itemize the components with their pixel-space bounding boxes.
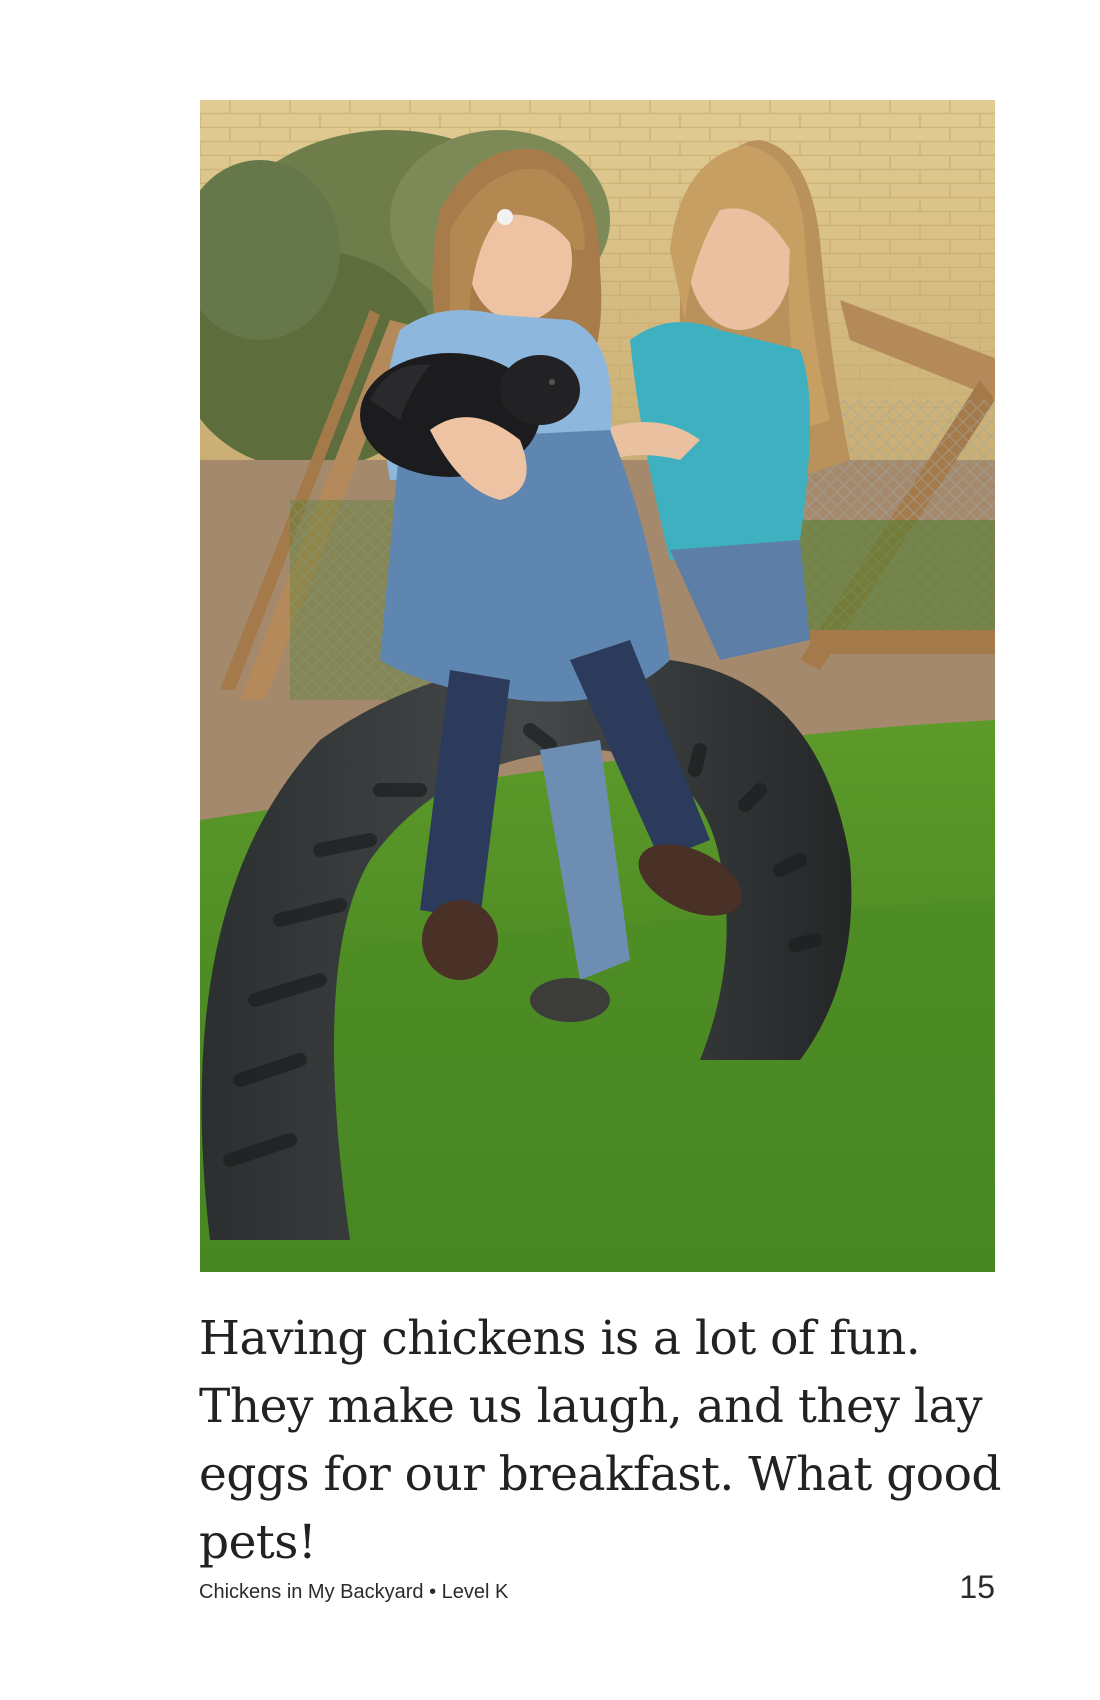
page-footer: Chickens in My Backyard • Level K 15 bbox=[199, 1569, 995, 1610]
book-title-level: Chickens in My Backyard • Level K bbox=[199, 1581, 509, 1603]
story-text: Having chickens is a lot of fun. They ma… bbox=[199, 1311, 1001, 1570]
photo-two-girls-holding-chicken bbox=[200, 100, 995, 1272]
backyard-photo-illustration bbox=[200, 100, 995, 1272]
page-number: 15 bbox=[959, 1569, 995, 1605]
